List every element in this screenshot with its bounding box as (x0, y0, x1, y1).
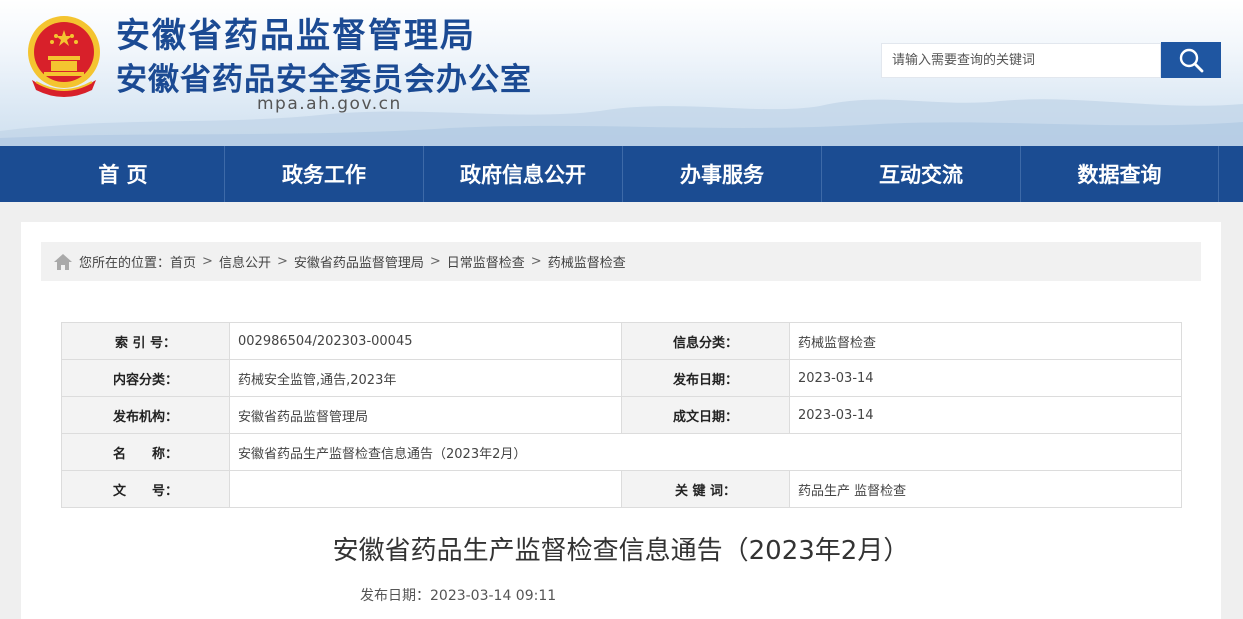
category-label: 信息分类： (621, 322, 790, 360)
table-row: 发布机构： 安徽省药品监督管理局 成文日期： 2023-03-14 (61, 396, 1182, 434)
content-category-label: 内容分类： (61, 359, 230, 397)
site-header: 安徽省药品监督管理局 安徽省药品安全委员会办公室 mpa.ah.gov.cn (0, 0, 1243, 146)
nav-item-interaction[interactable]: 互动交流 (821, 146, 1020, 202)
index-label: 索 引 号： (61, 322, 230, 360)
nav-item-government-work[interactable]: 政务工作 (224, 146, 423, 202)
metadata-table: 索 引 号： 002986504/202303-00045 信息分类： 药械监督… (61, 322, 1182, 508)
keywords-value: 药品生产 监督检查 (789, 470, 1182, 508)
search-icon (1179, 48, 1204, 73)
doc-number-value (229, 470, 622, 508)
home-icon (54, 253, 72, 270)
breadcrumb-item-daily-inspection[interactable]: 日常监督检查 (447, 252, 525, 271)
article-date-value: 2023-03-14 09:11 (430, 588, 557, 604)
name-value: 安徽省药品生产监督检查信息通告（2023年2月） (229, 433, 1182, 471)
breadcrumb-separator: > (429, 254, 441, 269)
content-category-value: 药械安全监管,通告,2023年 (229, 359, 622, 397)
nav-item-home[interactable]: 首 页 (22, 146, 224, 202)
article-publish-date: 发布日期：2023-03-14 09:11 (360, 585, 556, 605)
keywords-label: 关 键 词： (621, 470, 790, 508)
search-input[interactable] (881, 43, 1161, 78)
publisher-value: 安徽省药品监督管理局 (229, 396, 622, 434)
category-value: 药械监督检查 (789, 322, 1182, 360)
doc-number-label: 文 号： (61, 470, 230, 508)
nav-item-data-query[interactable]: 数据查询 (1020, 146, 1219, 202)
publish-date-value: 2023-03-14 (789, 359, 1182, 397)
content-panel: 您所在的位置： 首页 > 信息公开 > 安徽省药品监督管理局 > 日常监督检查 … (21, 222, 1221, 619)
breadcrumb-separator: > (530, 254, 542, 269)
site-domain: mpa.ah.gov.cn (257, 94, 402, 114)
created-date-value: 2023-03-14 (789, 396, 1182, 434)
nav-item-info-disclosure[interactable]: 政府信息公开 (423, 146, 622, 202)
table-row: 索 引 号： 002986504/202303-00045 信息分类： 药械监督… (61, 322, 1182, 360)
search-button[interactable] (1161, 42, 1221, 78)
breadcrumb-item-info-disclosure[interactable]: 信息公开 (219, 252, 271, 271)
breadcrumb: 您所在的位置： 首页 > 信息公开 > 安徽省药品监督管理局 > 日常监督检查 … (41, 242, 1201, 281)
main-nav: 首 页 政务工作 政府信息公开 办事服务 互动交流 数据查询 (0, 146, 1243, 202)
name-label: 名 称： (61, 433, 230, 471)
table-row: 名 称： 安徽省药品生产监督检查信息通告（2023年2月） (61, 433, 1182, 471)
article-title: 安徽省药品生产监督检查信息通告（2023年2月） (332, 536, 910, 566)
nav-item-services[interactable]: 办事服务 (622, 146, 821, 202)
created-date-label: 成文日期： (621, 396, 790, 434)
index-value: 002986504/202303-00045 (229, 322, 622, 360)
table-row: 内容分类： 药械安全监管,通告,2023年 发布日期： 2023-03-14 (61, 359, 1182, 397)
article-date-label: 发布日期： (360, 588, 430, 604)
breadcrumb-prefix: 您所在的位置： (79, 256, 171, 271)
table-row: 文 号： 关 键 词： 药品生产 监督检查 (61, 470, 1182, 508)
breadcrumb-item-device-inspection[interactable]: 药械监督检查 (548, 252, 626, 271)
publisher-label: 发布机构： (61, 396, 230, 434)
breadcrumb-separator: > (202, 254, 213, 269)
national-emblem-logo (28, 16, 100, 97)
breadcrumb-item-bureau[interactable]: 安徽省药品监督管理局 (294, 252, 424, 271)
site-subtitle: 安徽省药品安全委员会办公室 (116, 62, 532, 98)
breadcrumb-item-home[interactable]: 首页 (170, 252, 196, 271)
breadcrumb-separator: > (276, 254, 288, 269)
publish-date-label: 发布日期： (621, 359, 790, 397)
site-title: 安徽省药品监督管理局 (116, 16, 476, 56)
